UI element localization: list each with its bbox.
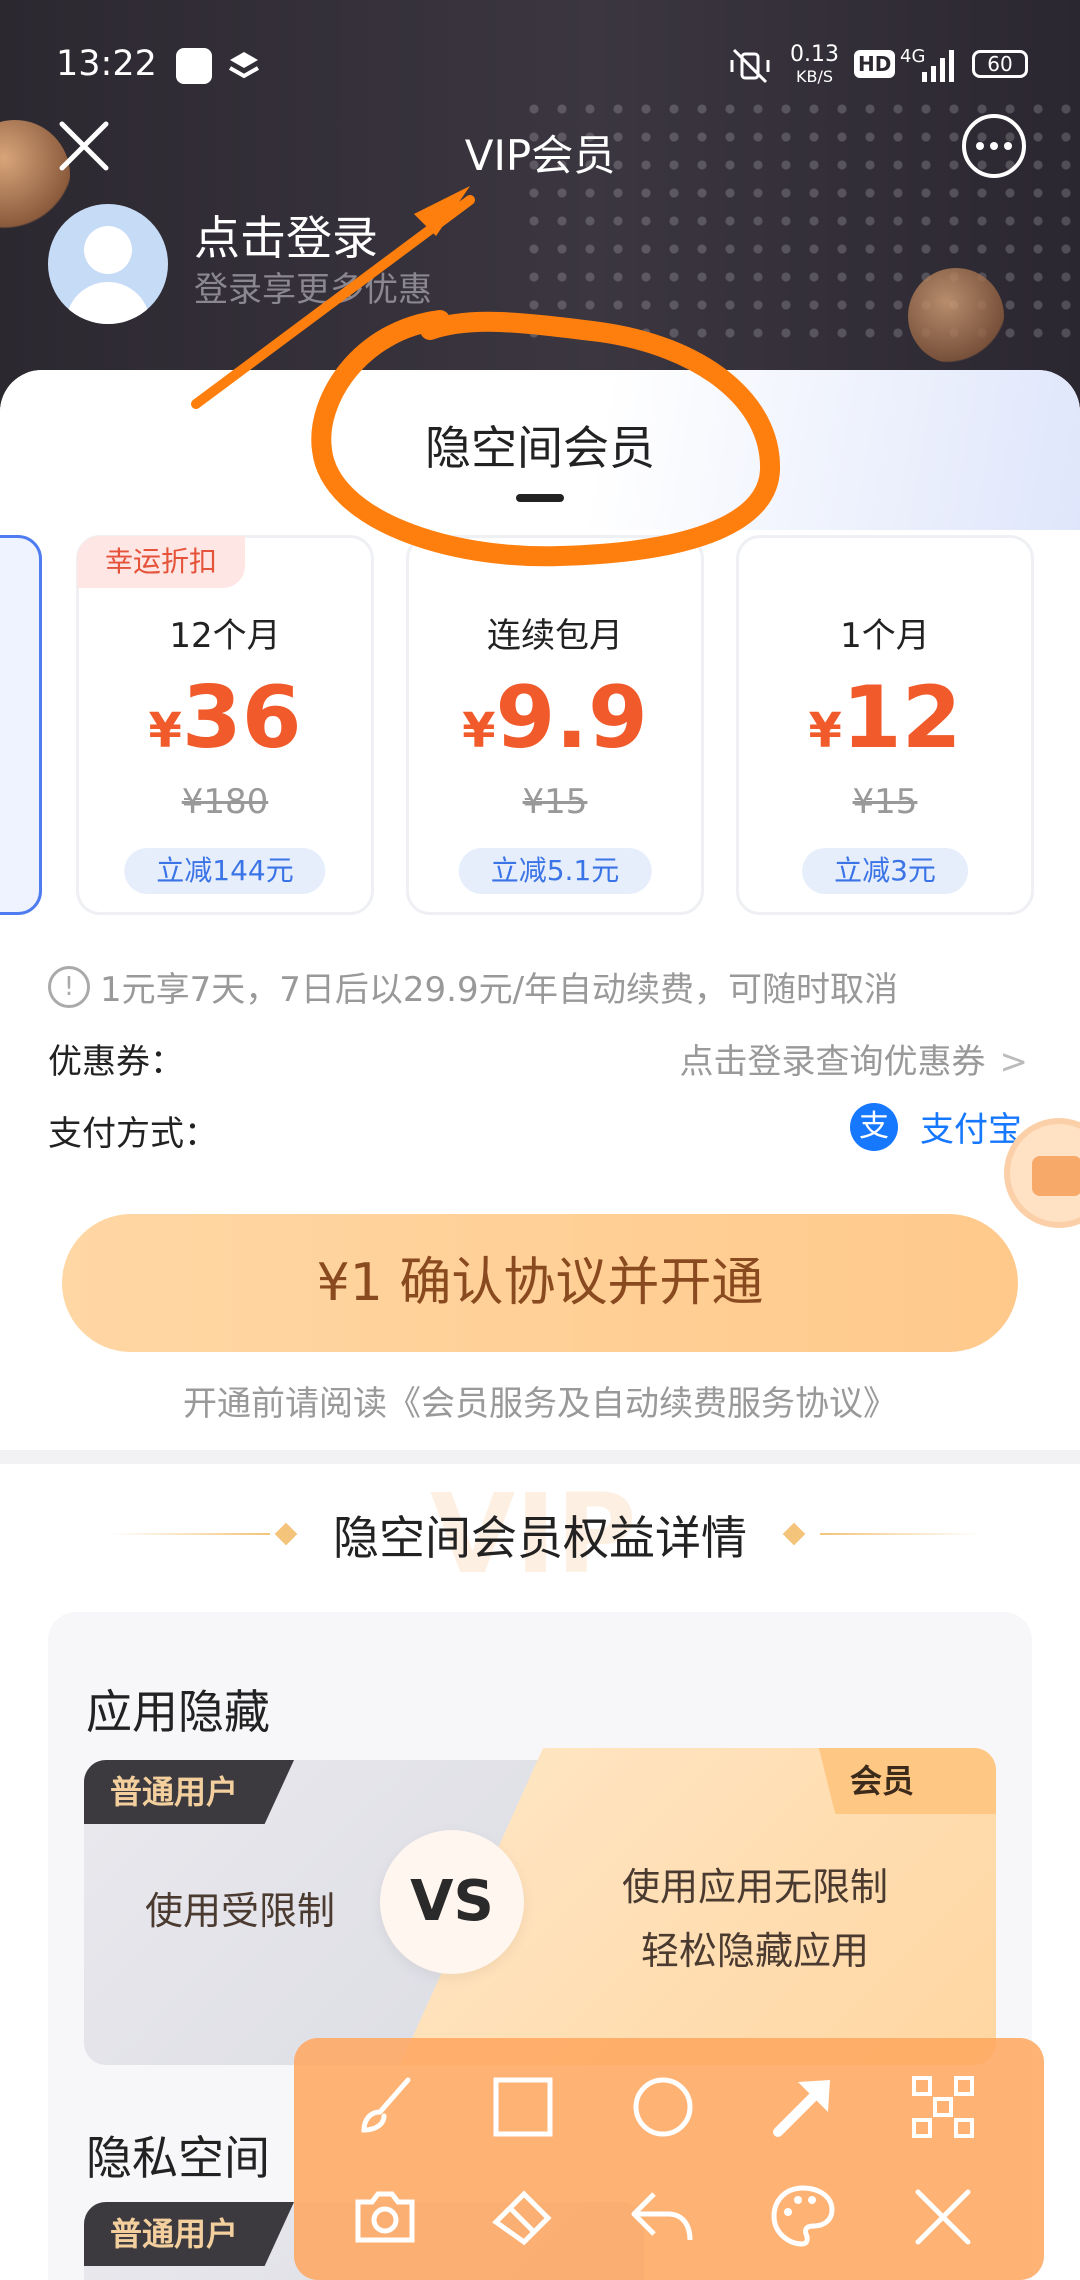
undo-icon[interactable] [628, 2182, 698, 2252]
circle-icon[interactable] [628, 2072, 698, 2142]
camera-icon[interactable] [350, 2182, 420, 2252]
eraser-icon[interactable] [488, 2182, 558, 2252]
mosaic-icon[interactable] [908, 2072, 978, 2142]
brush-icon[interactable] [350, 2072, 420, 2142]
palette-icon[interactable] [768, 2182, 838, 2252]
rectangle-icon[interactable] [488, 2072, 558, 2142]
arrow-icon[interactable] [768, 2072, 838, 2142]
annotation-circle [311, 310, 781, 567]
annotation-toolbar [294, 2038, 1044, 2280]
annotation-overlay [191, 186, 781, 567]
close-icon[interactable] [908, 2182, 978, 2252]
annotation-arrow [191, 195, 475, 409]
